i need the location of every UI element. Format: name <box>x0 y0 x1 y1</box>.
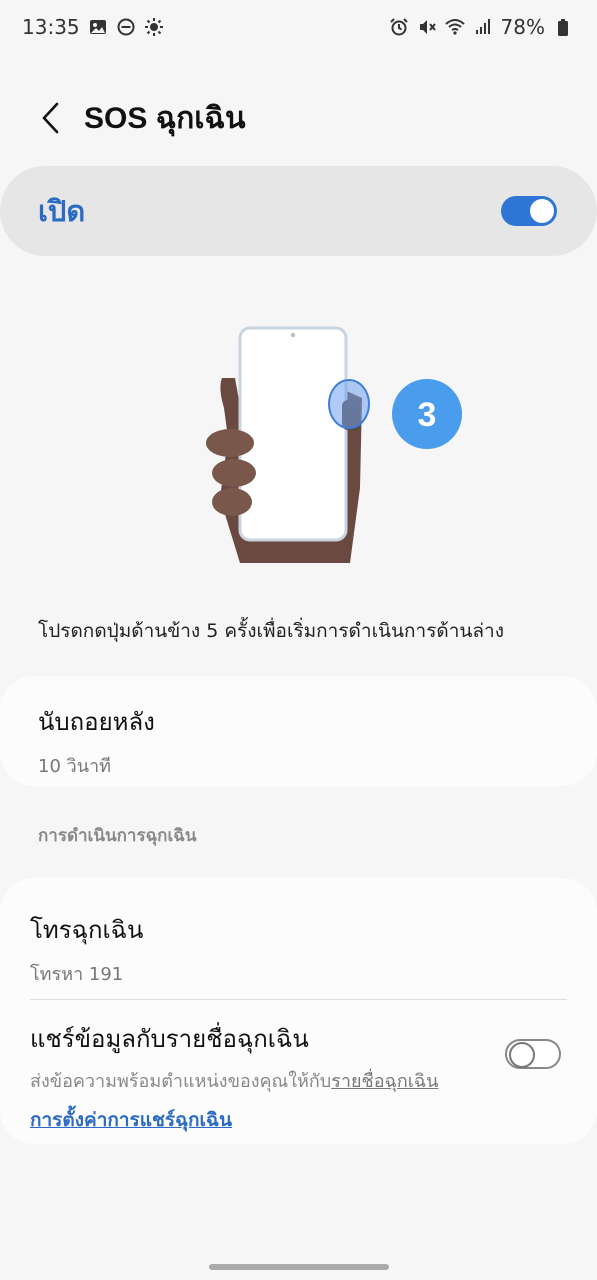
status-time: 13:35 <box>22 15 80 39</box>
side-button-illustration: 3 <box>200 318 480 568</box>
app-header: SOS ฉุกเฉิน <box>0 86 597 150</box>
press-highlight <box>328 379 370 429</box>
status-bar-right: 78% <box>389 15 573 39</box>
emergency-call-setting[interactable]: โทรฉุกเฉิน โทรหา 191 <box>30 910 143 988</box>
navigation-handle[interactable] <box>209 1264 389 1270</box>
page-title: SOS ฉุกเฉิน <box>84 101 246 135</box>
divider <box>30 999 567 1000</box>
share-info-desc-text: ส่งข้อความพร้อมตำแหน่งของคุณให้กับ <box>30 1071 332 1092</box>
section-header-emergency-actions: การดำเนินการฉุกเฉิน <box>38 826 197 846</box>
signal-icon <box>473 17 493 37</box>
wifi-icon <box>444 17 465 37</box>
share-info-toggle[interactable] <box>505 1039 561 1069</box>
toggle-knob <box>509 1042 535 1068</box>
gallery-icon <box>88 17 108 37</box>
dnd-icon <box>116 17 136 37</box>
emergency-call-title: โทรฉุกเฉิน <box>30 916 144 944</box>
emergency-call-value: โทรหา 191 <box>30 964 124 985</box>
alarm-icon <box>389 17 409 37</box>
phone-shape <box>238 326 348 542</box>
share-info-description: ส่งข้อความพร้อมตำแหน่งของคุณให้กับรายชื่… <box>30 1066 490 1095</box>
master-switch-label: เปิด <box>38 196 86 228</box>
mute-icon <box>417 17 437 37</box>
share-info-setting[interactable]: แชร์ข้อมูลกับรายชื่อฉุกเฉิน ส่งข้อความพร… <box>30 1019 490 1135</box>
emergency-contacts-link[interactable]: รายชื่อฉุกเฉิน <box>331 1071 438 1092</box>
brightness-icon <box>144 17 164 37</box>
countdown-value: 10 วินาที <box>38 756 112 777</box>
master-toggle[interactable] <box>501 196 557 226</box>
emergency-actions-card: โทรฉุกเฉิน โทรหา 191 แชร์ข้อมูลกับรายชื่… <box>0 878 597 1144</box>
back-button[interactable] <box>30 98 70 138</box>
instruction-text: โปรดกดปุ่มด้านข้าง 5 ครั้งเพื่อเริ่มการด… <box>38 620 505 642</box>
countdown-title: นับถอยหลัง <box>38 708 155 736</box>
finger-shape <box>206 429 254 457</box>
status-bar: 13:35 78% <box>0 0 597 54</box>
battery-percent: 78% <box>500 15 545 39</box>
master-switch-row[interactable]: เปิด <box>0 166 597 256</box>
toggle-knob <box>530 199 554 223</box>
status-bar-left: 13:35 <box>22 15 164 39</box>
countdown-setting[interactable]: นับถอยหลัง 10 วินาที <box>0 676 597 786</box>
share-info-title: แชร์ข้อมูลกับรายชื่อฉุกเฉิน <box>30 1025 309 1053</box>
emergency-sharing-settings-link[interactable]: การตั้งค่าการแชร์ฉุกเฉิน <box>30 1105 232 1135</box>
battery-icon <box>553 17 573 37</box>
step-number: 3 <box>418 396 437 434</box>
chevron-left-icon <box>42 102 59 134</box>
